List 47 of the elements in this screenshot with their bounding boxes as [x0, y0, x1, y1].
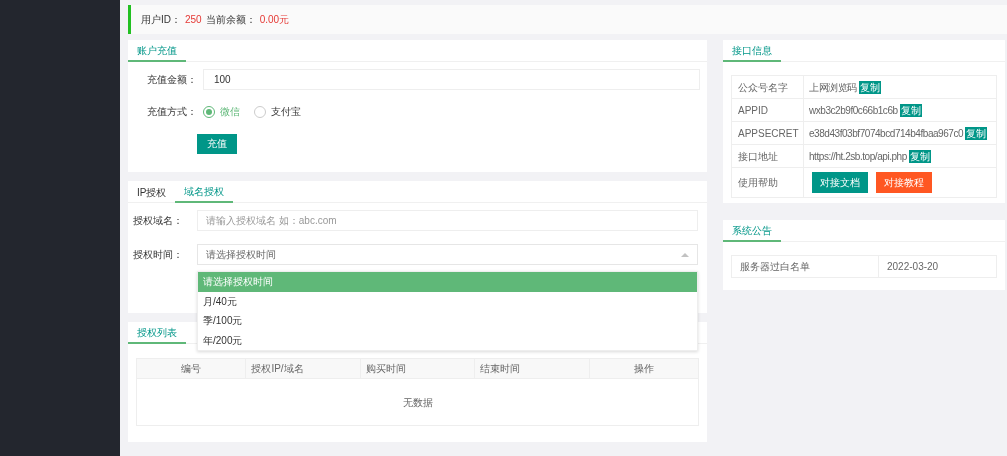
recharge-button[interactable]: 充值	[197, 133, 237, 154]
dropdown-option[interactable]: 季/100元	[198, 311, 697, 331]
copy-button[interactable]: 复制	[899, 103, 922, 117]
radio-option[interactable]: 支付宝	[254, 104, 301, 119]
row-label: 接口地址	[732, 145, 804, 167]
column-header: 编号	[137, 359, 247, 378]
column-header: 授权IP/域名	[246, 359, 361, 378]
tab[interactable]: 系统公告	[723, 220, 781, 242]
balance-value: 0.00元	[259, 13, 290, 27]
row-label: 使用帮助	[732, 168, 804, 197]
field-label: 授权域名：	[132, 214, 183, 228]
tab[interactable]: 账户充值	[128, 40, 186, 62]
announcement-date: 2022-03-20	[886, 260, 939, 274]
row-label: 公众号名字	[732, 76, 804, 98]
row-value: https://ht.2sb.top/api.php	[809, 149, 907, 164]
column-header: 操作	[632, 362, 655, 376]
dropdown-option[interactable]: 月/40元	[198, 291, 697, 311]
tab[interactable]: 接口信息	[723, 40, 781, 62]
dropdown-option[interactable]: 请选择授权时间	[198, 272, 697, 292]
tab[interactable]: IP授权	[128, 181, 176, 203]
empty-message: 无数据	[402, 395, 433, 410]
copy-button[interactable]: 复制	[965, 126, 988, 140]
row-label: APPID	[732, 99, 804, 121]
help-button[interactable]: 对接教程	[876, 172, 932, 193]
balance-label: 当前余额：	[205, 13, 256, 27]
domain-field[interactable]: 请输入授权域名 如：abc.com	[197, 210, 698, 231]
tab[interactable]: 域名授权	[175, 181, 234, 203]
radio-option[interactable]: 微信	[203, 104, 240, 119]
announcement-title: 服务器过白名单	[732, 256, 879, 277]
field-label: 充值方式：	[146, 105, 197, 119]
row-label: APPSECRET	[732, 122, 804, 144]
column-header: 结束时间	[475, 359, 590, 378]
copy-button[interactable]: 复制	[858, 80, 881, 94]
column-header: 购买时间	[360, 359, 476, 378]
amount-field[interactable]: 100	[203, 69, 700, 90]
user-id-label: 用户ID：	[141, 13, 181, 27]
tab[interactable]: 授权列表	[128, 322, 186, 344]
user-id-value: 250	[185, 13, 202, 27]
row-value: 上网浏览码	[809, 80, 857, 95]
copy-button[interactable]: 复制	[908, 149, 931, 163]
row-value: e38d43f03bf7074bcd714b4fbaa967c0	[809, 126, 964, 141]
field-label: 充值金额：	[146, 73, 197, 87]
field-label: 授权时间：	[132, 248, 183, 262]
help-button[interactable]: 对接文档	[812, 172, 868, 193]
time-select[interactable]: 请选择授权时间	[197, 244, 698, 265]
row-value: wxb3c2b9f0c66b1c6b	[809, 103, 898, 118]
dropdown-option[interactable]: 年/200元	[198, 330, 697, 350]
